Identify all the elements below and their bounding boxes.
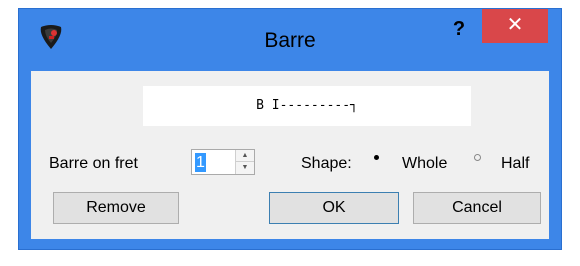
cancel-button[interactable]: Cancel	[413, 192, 541, 224]
remove-button[interactable]: Remove	[53, 192, 179, 224]
ok-button[interactable]: OK	[269, 192, 399, 224]
radio-half-label[interactable]: Half	[501, 155, 529, 173]
title-bar[interactable]: Barre ? ✕	[19, 9, 561, 71]
spin-down-arrow-icon[interactable]: ▼	[236, 162, 254, 174]
radio-unselected-ring	[474, 154, 481, 161]
close-button[interactable]: ✕	[482, 9, 548, 43]
fret-spinbox[interactable]: 1 ▲ ▼	[191, 149, 255, 175]
dialog-body: B I---------┐ Barre on fret 1 ▲ ▼ Shape:…	[31, 71, 549, 239]
radio-whole[interactable]	[370, 151, 383, 164]
fret-label: Barre on fret	[49, 155, 138, 172]
fret-value[interactable]: 1	[195, 154, 205, 171]
radio-half[interactable]	[471, 151, 484, 164]
spin-up-arrow-icon[interactable]: ▲	[236, 150, 254, 162]
radio-whole-label[interactable]: Whole	[402, 155, 447, 173]
help-button[interactable]: ?	[437, 15, 481, 43]
radio-selected-dot	[374, 155, 379, 160]
shape-label: Shape:	[301, 155, 352, 172]
spin-buttons: ▲ ▼	[235, 150, 254, 174]
fret-value-selection[interactable]: 1	[195, 153, 206, 172]
barre-dialog: Barre ? ✕ B I---------┐ Barre on fret 1 …	[18, 8, 562, 250]
barre-preview: B I---------┐	[143, 86, 471, 126]
